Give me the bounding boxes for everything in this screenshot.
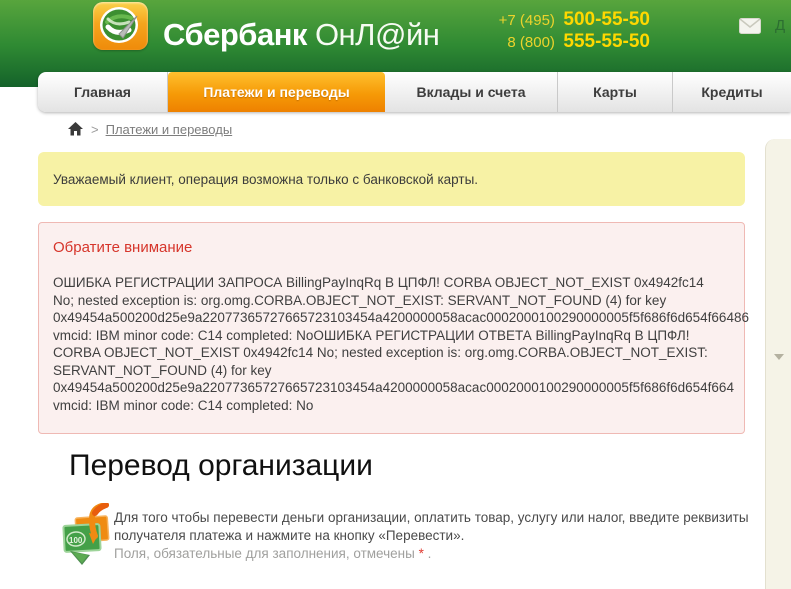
money-transfer-icon: 100 bbox=[62, 502, 110, 574]
home-icon[interactable] bbox=[68, 122, 83, 136]
breadcrumb-separator: > bbox=[91, 121, 99, 137]
tab-kredity[interactable]: Кредиты bbox=[673, 72, 791, 112]
section-description: Для того чтобы перевести деньги организа… bbox=[114, 509, 749, 563]
chevron-down-icon[interactable] bbox=[774, 354, 784, 360]
tab-vklady-i-scheta[interactable]: Вклады и счета bbox=[385, 72, 558, 112]
right-side-panel bbox=[765, 139, 791, 589]
brand-title: Сбербанк ОнЛ@йн bbox=[163, 16, 440, 54]
required-fields-note: Поля, обязательные для заполнения, отмеч… bbox=[114, 545, 749, 563]
required-note-text: Поля, обязательные для заполнения, отмеч… bbox=[114, 546, 419, 561]
mail-link-label[interactable]: Д bbox=[775, 17, 785, 34]
error-line: No; nested exception is: org.omg.CORBA.O… bbox=[53, 292, 667, 308]
sberbank-logo-graphic bbox=[100, 7, 138, 43]
breadcrumb: > Платежи и переводы bbox=[68, 120, 232, 138]
tab-glavnaya[interactable]: Главная bbox=[38, 72, 168, 112]
tab-karty[interactable]: Карты bbox=[558, 72, 673, 112]
required-period: . bbox=[423, 546, 432, 561]
phone-numbers: +7 (495) 500-55-50 8 (800) 555-55-50 bbox=[430, 9, 650, 53]
notice-text: Уважаемый клиент, операция возможна толь… bbox=[53, 171, 479, 187]
error-line: vmcid: IBM minor code: C14 completed: No… bbox=[53, 327, 690, 343]
tab-platezhi-i-perevody[interactable]: Платежи и переводы bbox=[168, 72, 385, 112]
error-box: Обратите внимание ОШИБКА РЕГИСТРАЦИИ ЗАП… bbox=[38, 222, 749, 434]
sberbank-logo-icon[interactable] bbox=[93, 2, 148, 50]
page: Сбербанк ОнЛ@йн +7 (495) 500-55-50 8 (800… bbox=[0, 0, 791, 589]
notice-banner: Уважаемый клиент, операция возможна толь… bbox=[38, 152, 745, 206]
description-line-2: получателя платежа и нажмите на кнопку «… bbox=[114, 528, 465, 543]
error-line: ОШИБКА РЕГИСТРАЦИИ ЗАПРОСА BillingPayInq… bbox=[53, 275, 704, 290]
phone1-prefix: +7 (495) bbox=[498, 12, 555, 29]
error-line: CORBA OBJECT_NOT_EXIST 0x4942fc14 No; ne… bbox=[53, 345, 708, 360]
phone1-number: 500-55-50 bbox=[563, 9, 650, 30]
error-line: 0x49454a500200d25e9a22077365727665723103… bbox=[53, 310, 749, 325]
error-line: SERVANT_NOT_FOUND (4) for key bbox=[53, 362, 272, 378]
phone2-number: 555-55-50 bbox=[563, 31, 650, 52]
banknote-label: 100 bbox=[69, 536, 83, 545]
page-title: Перевод организации bbox=[69, 449, 373, 482]
main-navigation: Главная Платежи и переводы Вклады и счет… bbox=[38, 72, 791, 112]
phone-row-2: 8 (800) 555-55-50 bbox=[430, 31, 650, 53]
error-line: 0x49454a500200d25e9a22077365727665723103… bbox=[53, 380, 734, 395]
breadcrumb-link-platezhi[interactable]: Платежи и переводы bbox=[106, 122, 233, 137]
phone2-prefix: 8 (800) bbox=[507, 34, 555, 51]
error-text: ОШИБКА РЕГИСТРАЦИИ ЗАПРОСА BillingPayInq… bbox=[53, 274, 749, 414]
description-line-1: Для того чтобы перевести деньги организа… bbox=[114, 510, 749, 525]
brand-bold: Сбербанк bbox=[163, 17, 307, 52]
brand-light: ОнЛ@йн bbox=[314, 17, 440, 52]
error-title: Обратите внимание bbox=[53, 239, 193, 256]
error-line: vmcid: IBM minor code: C14 completed: No bbox=[53, 397, 314, 413]
phone-row-1: +7 (495) 500-55-50 bbox=[430, 9, 650, 31]
mail-icon[interactable] bbox=[739, 18, 761, 34]
